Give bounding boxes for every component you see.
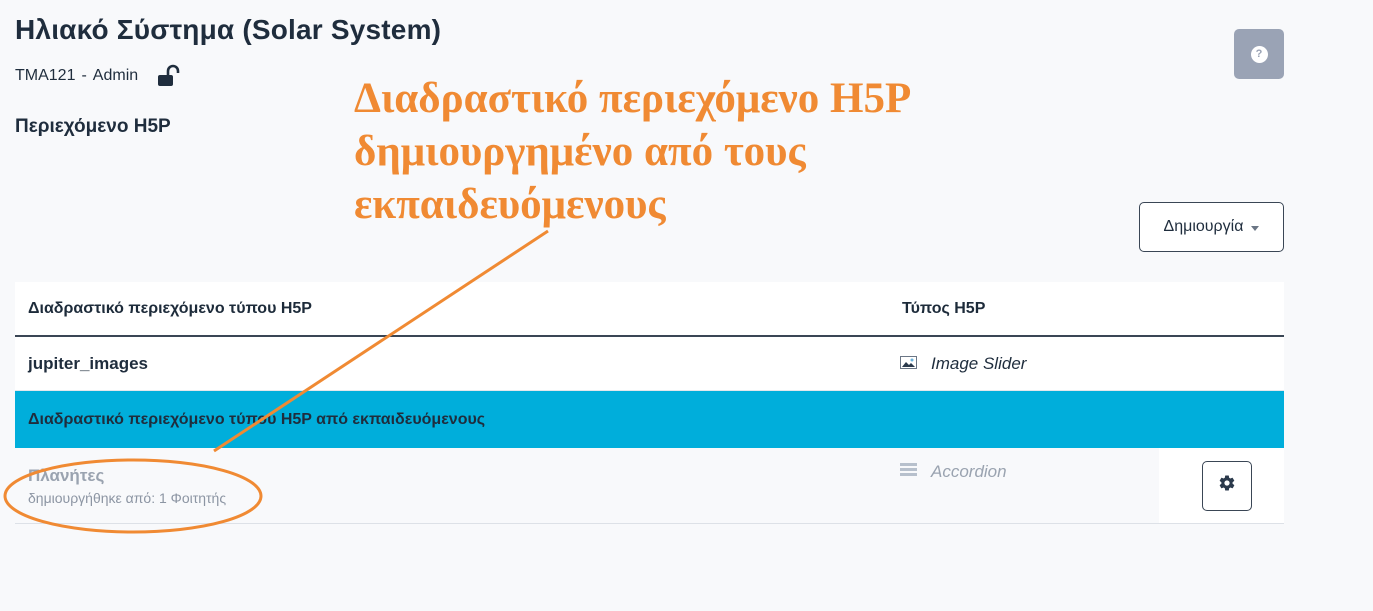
table-row[interactable]: Πλανήτες δημιουργήθηκε από: 1 Φοιτητής A… — [15, 448, 1284, 524]
course-code: TMA121 — [15, 67, 76, 84]
student-content-group-header: Διαδραστικό περιεχόμενο τύπου H5P από εκ… — [15, 391, 1284, 448]
content-type-cell: Image Slider — [889, 354, 1149, 374]
accordion-icon — [900, 462, 917, 482]
create-button[interactable]: Δημιουργία — [1139, 202, 1284, 252]
gear-icon — [1218, 474, 1236, 497]
table-header: Διαδραστικό περιεχόμενο τύπου H5P Τύπος … — [15, 282, 1284, 337]
image-icon — [900, 354, 917, 374]
content-type-cell: Accordion — [889, 462, 1159, 482]
create-button-label: Δημιουργία — [1163, 218, 1244, 235]
group-label: Διαδραστικό περιεχόμενο τύπου H5P από εκ… — [28, 410, 486, 428]
help-button[interactable]: ? — [1234, 29, 1284, 79]
h5p-table: Διαδραστικό περιεχόμενο τύπου H5P Τύπος … — [15, 282, 1284, 524]
page-title: Ηλιακό Σύστημα (Solar System) — [15, 14, 442, 45]
settings-button[interactable] — [1201, 460, 1252, 511]
course-info: TMA121 - Admin — [15, 64, 180, 88]
user-role: Admin — [92, 67, 139, 84]
chevron-down-icon — [1251, 225, 1260, 231]
content-type-label: Accordion — [931, 462, 1007, 481]
content-title-link[interactable]: jupiter_images — [15, 354, 889, 374]
table-row[interactable]: jupiter_images Image Slider — [15, 337, 1284, 391]
content-title-link[interactable]: Πλανήτες — [28, 466, 889, 486]
content-type-label: Image Slider — [931, 353, 1027, 373]
row-actions — [1159, 448, 1284, 523]
annotation-text: Διαδραστικό περιεχόμενο H5P δημιουργημέν… — [354, 75, 909, 228]
unlock-icon[interactable] — [156, 64, 180, 88]
column-header-type[interactable]: Τύπος H5P — [889, 300, 1149, 318]
section-title: Περιεχόμενο H5P — [15, 116, 171, 137]
column-header-content[interactable]: Διαδραστικό περιεχόμενο τύπου H5P — [15, 300, 889, 318]
separator: - — [81, 67, 87, 84]
created-by-text: δημιουργήθηκε από: 1 Φοιτητής — [28, 489, 227, 506]
help-icon: ? — [1250, 45, 1268, 63]
student-content-cell: Πλανήτες δημιουργήθηκε από: 1 Φοιτητής — [15, 466, 889, 506]
